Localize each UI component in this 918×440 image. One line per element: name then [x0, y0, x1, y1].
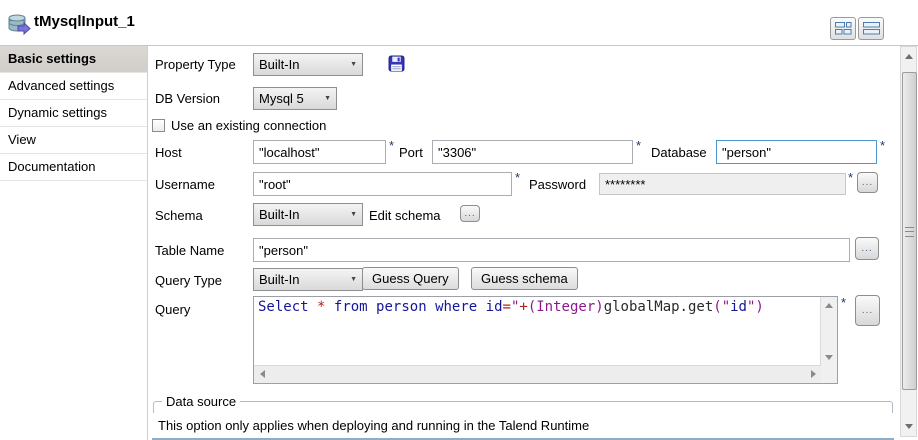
- data-source-note: This option only applies when deploying …: [152, 413, 894, 440]
- save-icon[interactable]: [388, 55, 405, 75]
- query-horizontal-scrollbar[interactable]: [254, 365, 821, 383]
- component-settings-panel: tMysqlInput_1 Basic settings Advanced se…: [0, 0, 918, 440]
- component-title: tMysqlInput_1: [34, 13, 135, 30]
- schema-label: Schema: [155, 208, 203, 223]
- chevron-down-icon: ▼: [344, 276, 357, 283]
- component-header: tMysqlInput_1: [0, 0, 918, 46]
- chevron-down-icon: ▼: [318, 95, 331, 102]
- chevron-down-icon: ▼: [344, 61, 357, 68]
- port-required-marker: *: [636, 138, 641, 153]
- scrollbar-thumb[interactable]: [902, 72, 917, 390]
- guess-schema-button[interactable]: Guess schema: [471, 267, 578, 290]
- scroll-left-icon[interactable]: [256, 368, 268, 380]
- db-version-select[interactable]: Mysql 5▼: [253, 87, 337, 110]
- username-input[interactable]: "root": [253, 172, 512, 196]
- query-type-label: Query Type: [155, 273, 222, 288]
- db-version-label: DB Version: [155, 91, 220, 106]
- scroll-down-icon[interactable]: [903, 420, 914, 433]
- panel-scrollbar[interactable]: [900, 46, 917, 437]
- query-type-select[interactable]: Built-In▼: [253, 268, 363, 291]
- edit-schema-ellipsis-button[interactable]: ...: [460, 205, 480, 222]
- scroll-down-icon[interactable]: [823, 351, 835, 363]
- database-label: Database: [651, 145, 707, 160]
- password-ellipsis-button[interactable]: ...: [857, 172, 878, 193]
- host-required-marker: *: [389, 138, 394, 153]
- sidebar-item-advanced-settings[interactable]: Advanced settings: [0, 73, 147, 100]
- port-input[interactable]: "3306": [432, 140, 633, 164]
- property-type-label: Property Type: [155, 57, 236, 72]
- host-label: Host: [155, 145, 182, 160]
- schema-select[interactable]: Built-In▼: [253, 203, 363, 226]
- two-column-layout-button[interactable]: [830, 17, 856, 40]
- database-input[interactable]: "person": [716, 140, 877, 164]
- query-text[interactable]: Select * from person where id="+(Integer…: [254, 297, 820, 365]
- use-existing-connection-checkbox[interactable]: [152, 119, 165, 132]
- query-label: Query: [155, 302, 190, 317]
- table-name-label: Table Name: [155, 243, 224, 258]
- username-label: Username: [155, 177, 215, 192]
- password-label: Password: [529, 177, 586, 192]
- scrollbar-grip: [905, 227, 914, 237]
- sidebar-item-view[interactable]: View: [0, 127, 147, 154]
- data-source-group: Data source This option only applies whe…: [153, 401, 893, 440]
- scroll-up-icon[interactable]: [903, 50, 914, 63]
- username-required-marker: *: [515, 170, 520, 185]
- sidebar-item-dynamic-settings[interactable]: Dynamic settings: [0, 100, 147, 127]
- settings-sidebar: Basic settings Advanced settings Dynamic…: [0, 46, 148, 440]
- query-required-marker: *: [841, 295, 846, 310]
- data-source-legend: Data source: [162, 394, 240, 409]
- chevron-down-icon: ▼: [344, 211, 357, 218]
- query-vertical-scrollbar[interactable]: [820, 297, 837, 365]
- sidebar-item-basic-settings[interactable]: Basic settings: [0, 46, 147, 73]
- table-name-ellipsis-button[interactable]: ...: [855, 237, 879, 260]
- mysql-input-component-icon: [7, 13, 31, 38]
- database-required-marker: *: [880, 138, 885, 153]
- use-existing-connection-label: Use an existing connection: [171, 118, 326, 133]
- query-ellipsis-button[interactable]: ...: [855, 295, 880, 326]
- sidebar-item-documentation[interactable]: Documentation: [0, 154, 147, 181]
- property-type-select[interactable]: Built-In▼: [253, 53, 363, 76]
- one-column-layout-button[interactable]: [858, 17, 884, 40]
- scroll-up-icon[interactable]: [823, 299, 835, 311]
- host-input[interactable]: "localhost": [253, 140, 386, 164]
- scroll-right-icon[interactable]: [807, 368, 819, 380]
- guess-query-button[interactable]: Guess Query: [362, 267, 459, 290]
- password-required-marker: *: [848, 170, 853, 185]
- query-editor: Select * from person where id="+(Integer…: [253, 296, 838, 384]
- edit-schema-label: Edit schema: [369, 208, 441, 223]
- table-name-input[interactable]: "person": [253, 238, 850, 262]
- port-label: Port: [399, 145, 423, 160]
- password-input[interactable]: ********: [599, 173, 846, 195]
